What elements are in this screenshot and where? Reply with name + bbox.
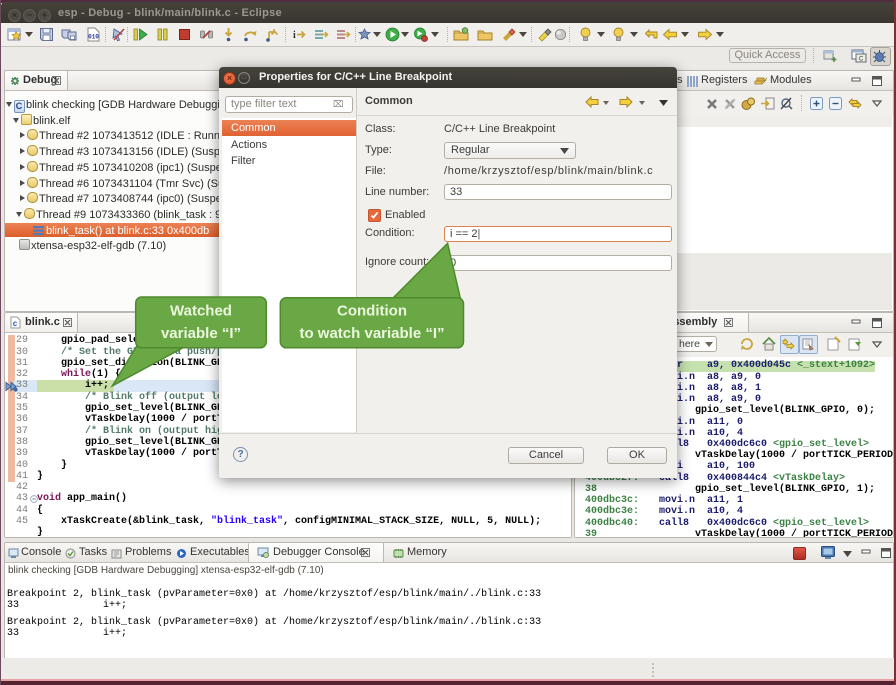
svg-text:Condition: Condition (337, 303, 407, 320)
svg-text:c: c (13, 319, 18, 328)
svg-text:C: C (859, 57, 864, 63)
svg-text:variable “I”: variable “I” (161, 325, 241, 342)
svg-text:010: 010 (88, 34, 99, 41)
svg-text:Watched: Watched (170, 303, 232, 320)
svg-text:i: i (293, 30, 296, 41)
svg-text:to watch variable “I”: to watch variable “I” (299, 325, 444, 342)
